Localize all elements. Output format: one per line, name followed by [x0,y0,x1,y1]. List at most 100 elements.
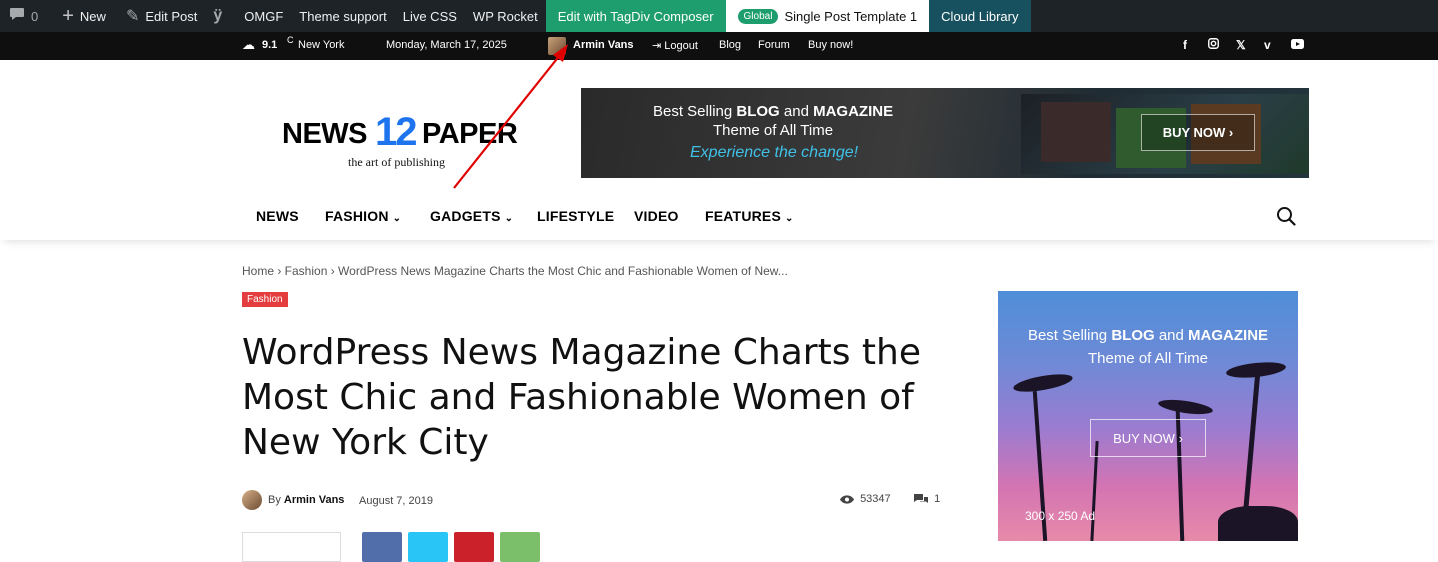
eye-icon [840,493,860,505]
comments-menu[interactable]: 0 [0,0,46,32]
logout-link[interactable]: ⇥ Logout [652,39,698,52]
palm-leaves-graphic [1012,370,1074,396]
yoast-menu[interactable]: ÿ [205,0,236,32]
sidebar-ad-line1: Best Selling BLOG and MAGAZINE [998,327,1298,344]
logo-text-paper: PAPER [422,118,518,150]
plus-icon: + [62,4,74,27]
banner-line1-magazine: MAGAZINE [813,103,894,120]
youtube-icon[interactable] [1291,38,1304,52]
banner-line2: Theme of All Time [713,122,834,139]
comments-icon [914,493,934,505]
composer-label: Edit with TagDiv Composer [557,8,714,24]
banner-line1-prefix: Best Selling [653,103,737,120]
new-content-menu[interactable]: + New [54,0,114,32]
nav-item-lifestyle[interactable]: LIFESTYLE [537,208,614,224]
nav-label: FEATURES [705,208,782,224]
logout-icon: ⇥ [652,40,662,52]
live-css-label: Live CSS [402,8,457,24]
author-name-link[interactable]: Armin Vans [284,494,345,506]
views-value: 53347 [860,493,891,505]
comments-count: 0 [31,8,39,24]
template-selector[interactable]: Global Single Post Template 1 [725,0,930,32]
instagram-icon[interactable] [1208,38,1219,52]
chevron-down-icon: ⌄ [392,213,402,224]
template-label: Single Post Template 1 [784,8,918,24]
logout-label: Logout [664,40,698,52]
nav-item-video[interactable]: VIDEO [634,208,679,224]
logo-text-news: NEWS [282,118,368,150]
comments-value: 1 [934,493,941,505]
facebook-share-button[interactable] [362,532,402,562]
nav-item-news[interactable]: NEWS [256,208,299,224]
share-counter-box[interactable] [242,532,341,562]
nav-label: NEWS [256,208,299,224]
wp-admin-bar: 0 + New ✎ Edit Post ÿ OMGF Theme support… [0,0,1438,32]
user-avatar[interactable] [548,37,566,55]
user-name-link[interactable]: Armin Vans [573,39,634,51]
site-logo[interactable]: NEWS 12 PAPER the art of publishing [282,110,532,172]
top-bar: ☁ 9.1 C New York Monday, March 17, 2025 … [0,32,1438,60]
comment-bubble-icon [9,7,25,26]
logo-tagline: the art of publishing [348,155,445,169]
banner-line3: Experience the change! [690,144,859,161]
facebook-icon[interactable]: f [1183,38,1187,52]
by-label: By [268,494,281,506]
twitter-share-button[interactable] [408,532,448,562]
blog-link[interactable]: Blog [719,39,741,51]
global-badge: Global [737,8,779,24]
banner-buy-now-button[interactable]: BUY NOW › [1141,114,1255,151]
cloud-library-label: Cloud Library [941,8,1019,24]
post-date: August 7, 2019 [359,495,434,507]
forum-link[interactable]: Forum [758,39,790,51]
sidebar-ad-line1-prefix: Best Selling [1027,327,1112,344]
banner-screen-graphic [1041,102,1111,162]
temperature: 9.1 [262,39,278,51]
sidebar-ad-line1-blog: BLOG [1111,327,1155,344]
nav-item-features[interactable]: FEATURES ⌄ [705,208,794,224]
nav-label: LIFESTYLE [537,208,615,224]
chevron-down-icon: ⌄ [504,213,514,224]
banner-line1-and: and [779,103,814,120]
weather-city: New York [298,39,345,51]
nav-item-fashion[interactable]: FASHION ⌄ [325,208,401,224]
banner-line1: Best Selling BLOG and MAGAZINE [653,103,893,120]
pencil-icon: ✎ [125,8,140,25]
post-title: WordPress News Magazine Charts the Most … [242,332,921,463]
theme-support-link[interactable]: Theme support [291,0,394,32]
temperature-unit: C [287,35,294,45]
live-css-link[interactable]: Live CSS [395,0,465,32]
new-label: New [79,8,106,24]
sidebar-ad-line1-and: and [1154,327,1189,344]
category-badge[interactable]: Fashion [242,292,288,307]
x-icon[interactable]: 𝕏 [1236,38,1246,52]
edit-post-label: Edit Post [145,8,198,24]
sidebar-ad-size-label: 300 x 250 Ad [1025,509,1096,523]
sidebar-ad[interactable]: Best Selling BLOG and MAGAZINE Theme of … [998,291,1298,541]
whatsapp-share-button[interactable] [500,532,540,562]
breadcrumb[interactable]: Home › Fashion › WordPress News Magazine… [242,264,788,278]
search-icon[interactable] [1276,206,1296,226]
cloud-library-button[interactable]: Cloud Library [929,0,1031,32]
chevron-down-icon: ⌄ [785,213,794,224]
edit-post-link[interactable]: ✎ Edit Post [118,0,205,32]
tagdiv-composer-button[interactable]: Edit with TagDiv Composer [545,0,726,32]
yoast-icon: ÿ [213,7,223,24]
omgf-link[interactable]: OMGF [236,0,291,32]
pinterest-share-button[interactable] [454,532,494,562]
wp-rocket-label: WP Rocket [472,8,538,24]
buy-now-link[interactable]: Buy now! [808,39,853,51]
comments-count-link[interactable]: 1 [914,493,940,505]
author-byline: By Armin Vans [268,494,344,506]
sidebar-ad-buy-now-button[interactable]: BUY NOW › [1090,419,1206,457]
nav-label: GADGETS [430,208,501,224]
header-banner-ad[interactable]: Best Selling BLOG and MAGAZINE Theme of … [581,88,1309,178]
nav-label: FASHION [325,208,389,224]
author-avatar[interactable] [242,490,262,510]
vimeo-icon[interactable]: v [1264,38,1271,52]
wp-rocket-link[interactable]: WP Rocket [465,0,546,32]
sidebar-ad-line2: Theme of All Time [1087,350,1209,367]
nav-item-gadgets[interactable]: GADGETS ⌄ [430,208,513,224]
palm-leaves-graphic [1157,397,1214,417]
banner-line1-blog: BLOG [736,103,780,120]
views-count: 53347 [840,493,891,505]
